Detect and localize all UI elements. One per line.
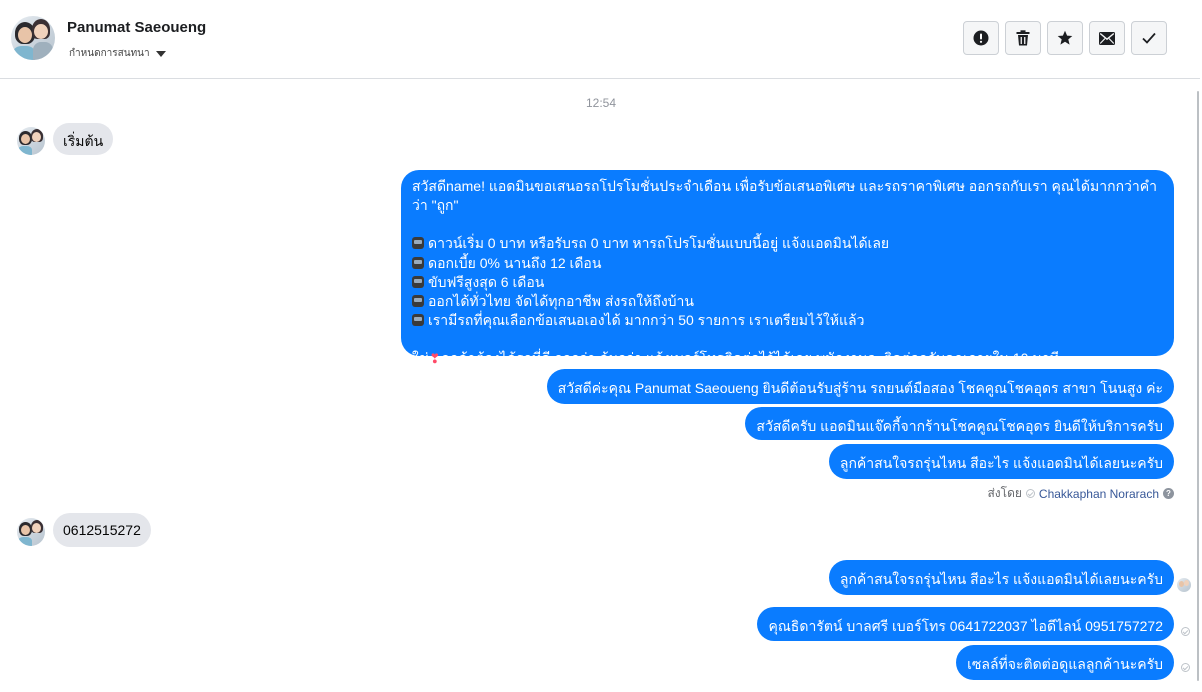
conversation-actions bbox=[963, 21, 1167, 55]
conversation-schedule-dropdown[interactable]: กำหนดการสนทนา bbox=[69, 46, 166, 61]
promo-bullet: ดาวน์เริ่ม 0 บาท หรือรับรถ 0 บาท หารถโปร… bbox=[412, 234, 1163, 253]
mark-spam-button[interactable] bbox=[963, 21, 999, 55]
car-emoji-icon bbox=[412, 237, 424, 250]
delete-button[interactable] bbox=[1005, 21, 1041, 55]
heart-emoji-icon: ❣ bbox=[429, 351, 441, 367]
car-emoji-icon bbox=[412, 314, 424, 327]
contact-avatar-small bbox=[17, 518, 45, 546]
promo-closing: ใช่❣ลูกค้าต้องได้รถที่ดี ถูกกว่า คุ้มกว่… bbox=[412, 350, 1059, 367]
alert-icon bbox=[973, 30, 989, 46]
car-emoji-icon bbox=[412, 256, 424, 269]
sent-by-agent[interactable]: Chakkaphan Norarach bbox=[1039, 487, 1159, 501]
promo-bullet: เรามีรถที่คุณเลือกข้อเสนอเองได้ มากกว่า … bbox=[412, 311, 1163, 330]
help-icon[interactable]: ? bbox=[1163, 488, 1174, 499]
star-button[interactable] bbox=[1047, 21, 1083, 55]
incoming-message[interactable]: 0612515272 bbox=[53, 513, 151, 547]
caret-down-icon bbox=[155, 50, 166, 57]
conversation-header: Panumat Saeoueng กำหนดการสนทนา bbox=[0, 0, 1200, 79]
contact-avatar-small bbox=[17, 127, 45, 155]
promo-bullet: ออกได้ทั่วไทย จัดได้ทุกอาชีพ ส่งรถให้ถึง… bbox=[412, 292, 1163, 311]
mark-unread-button[interactable] bbox=[1089, 21, 1125, 55]
promo-intro: สวัสดีname! แอดมินขอเสนอรถโปรโมชั่นประจำ… bbox=[412, 178, 1157, 214]
mark-done-button[interactable] bbox=[1131, 21, 1167, 55]
car-emoji-icon bbox=[412, 275, 424, 288]
car-emoji-icon bbox=[412, 295, 424, 308]
outgoing-message[interactable]: สวัสดีครับ แอดมินแจ๊คกี้จากร้านโชคคูณโชค… bbox=[745, 407, 1174, 440]
outgoing-message-promo[interactable]: สวัสดีname! แอดมินขอเสนอรถโปรโมชั่นประจำ… bbox=[401, 170, 1174, 366]
message-timestamp: 12:54 bbox=[585, 96, 617, 110]
promo-bullet: ขับฟรีสูงสุด 6 เดือน bbox=[412, 273, 1163, 292]
outgoing-message[interactable]: ลูกค้าสนใจรถรุ่นไหน สีอะไร แจ้งแอดมินได้… bbox=[828, 560, 1174, 595]
schedule-label: กำหนดการสนทนา bbox=[69, 48, 150, 59]
envelope-icon bbox=[1099, 31, 1115, 45]
incoming-message[interactable]: เริ่มต้น bbox=[53, 123, 114, 155]
seen-avatar bbox=[1177, 578, 1191, 592]
outgoing-message[interactable]: เซลล์ที่จะติดต่อดูแลลูกค้านะครับ bbox=[956, 645, 1174, 680]
sent-by-info: ส่งโดย Chakkaphan Norarach ? bbox=[987, 484, 1174, 503]
verified-icon bbox=[1025, 489, 1035, 498]
check-icon bbox=[1142, 32, 1156, 44]
outgoing-message[interactable]: คุณธิดารัตน์ บาลศรี เบอร์โทร 0641722037 … bbox=[757, 607, 1174, 641]
delivered-check-icon bbox=[1181, 627, 1190, 636]
outgoing-message[interactable]: ลูกค้าสนใจรถรุ่นไหน สีอะไร แจ้งแอดมินได้… bbox=[828, 444, 1174, 479]
contact-avatar[interactable] bbox=[11, 16, 55, 60]
promo-bullet: ดอกเบี้ย 0% นานถึง 12 เดือน bbox=[412, 254, 1163, 273]
star-icon bbox=[1057, 30, 1073, 45]
thread-scrollbar[interactable] bbox=[1197, 91, 1199, 681]
contact-name: Panumat Saeoueng bbox=[67, 19, 207, 36]
delivered-check-icon bbox=[1181, 663, 1190, 672]
sent-by-label: ส่งโดย bbox=[987, 486, 1022, 500]
outgoing-message[interactable]: สวัสดีค่ะคุณ Panumat Saeoueng ยินดีต้อนร… bbox=[546, 369, 1174, 404]
trash-icon bbox=[1016, 30, 1030, 46]
